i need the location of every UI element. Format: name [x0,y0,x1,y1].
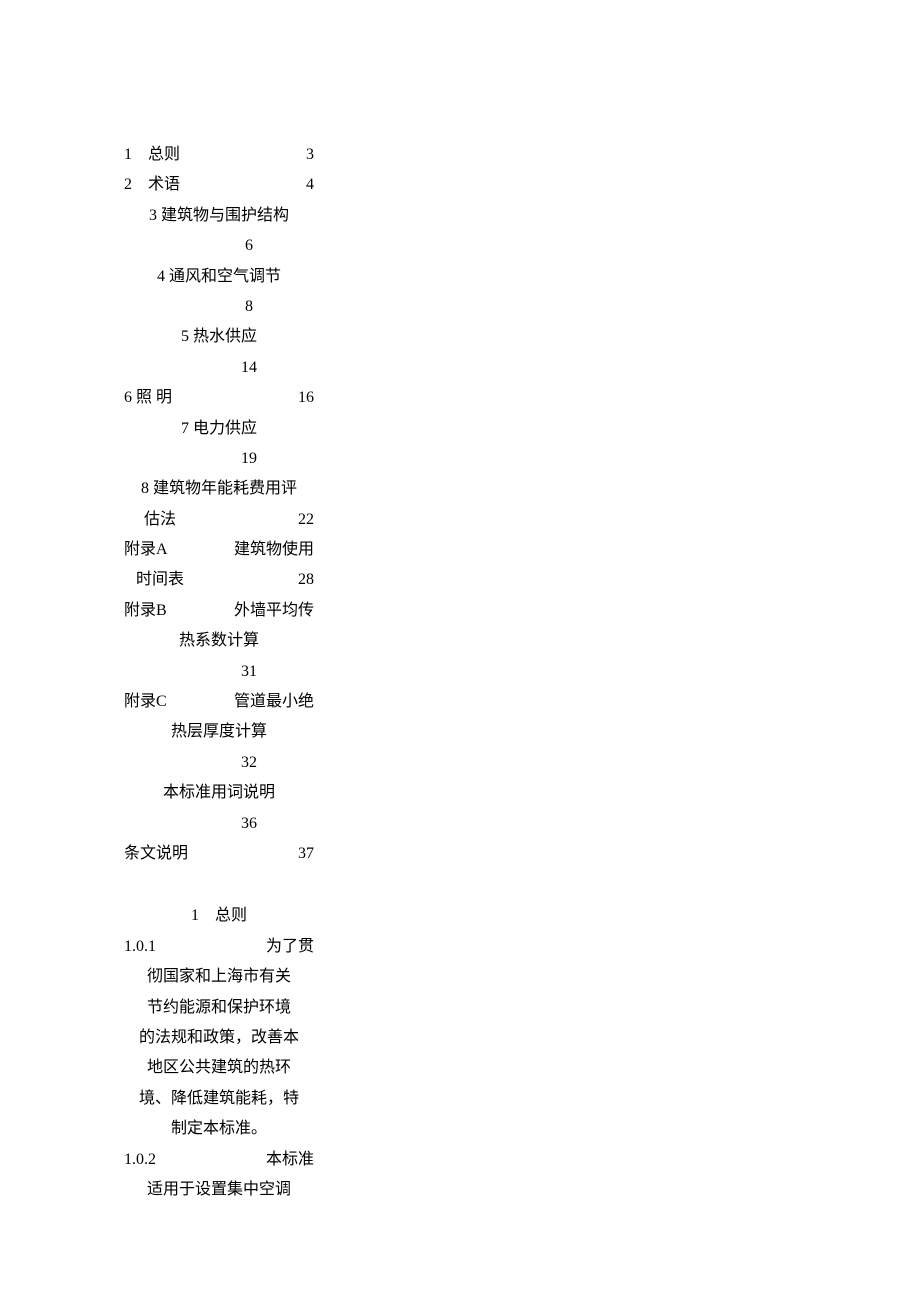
toc-label: 附录C [124,687,167,717]
toc-label: 8 建筑物年能耗费用评 [124,474,314,504]
toc-page: 19 [124,444,314,474]
toc-row: 4 通风和空气调节 8 [124,262,314,323]
toc-page: 37 [298,839,314,869]
clause-line: 节约能源和保护环境 [124,993,314,1023]
toc-page: 32 [124,748,314,778]
toc-page: 31 [124,657,314,687]
toc-page: 6 [124,231,314,261]
clause-line: 地区公共建筑的热环 [124,1053,314,1083]
section-heading: 1 总则 [124,901,314,931]
toc-label: 7 电力供应 [124,414,314,444]
toc-row: 8 建筑物年能耗费用评 估法 22 [124,474,314,535]
clause-tail: 本标准 [266,1145,314,1175]
toc-label: 5 热水供应 [124,322,314,352]
document-page: 1 总则 3 2 术语 4 3 建筑物与围护结构 6 4 通风和空气调节 8 5… [0,0,314,1205]
toc-label: 建筑物使用 [234,535,314,565]
toc-label: 估法 [124,505,176,535]
toc-row: 本标准用词说明 36 [124,778,314,839]
toc-page: 22 [298,505,314,535]
toc-page: 14 [124,353,314,383]
toc-label: 本标准用词说明 [124,778,314,808]
toc-row: 条文说明 37 [124,839,314,869]
toc-row: 附录A 建筑物使用 时间表 28 [124,535,314,596]
toc-row: 6 照 明 16 [124,383,314,413]
toc-row: 附录C 管道最小绝 热层厚度计算 32 [124,687,314,778]
toc-label: 3 建筑物与围护结构 [124,201,314,231]
toc-page: 28 [298,565,314,595]
toc-label: 热层厚度计算 [124,717,314,747]
toc-label: 热系数计算 [124,626,314,656]
clause-header: 1.0.1 为了贯 [124,932,314,962]
clause-line: 制定本标准。 [124,1114,314,1144]
toc-label: 1 总则 [124,140,180,170]
toc-row: 附录B 外墙平均传 热系数计算 31 [124,596,314,687]
toc-page: 16 [298,383,314,413]
toc-page: 8 [124,292,314,322]
clause-line: 境、降低建筑能耗，特 [124,1084,314,1114]
toc-row: 2 术语 4 [124,170,314,200]
clause-line: 的法规和政策，改善本 [124,1023,314,1053]
clause-number: 1.0.2 [124,1145,156,1175]
toc-label: 附录B [124,596,167,626]
clause-tail: 为了贯 [266,932,314,962]
toc-page: 3 [306,140,314,170]
toc-label: 4 通风和空气调节 [124,262,314,292]
toc-label: 时间表 [124,565,184,595]
clause-line: 适用于设置集中空调 [124,1175,314,1205]
toc-page: 36 [124,809,314,839]
toc-label: 附录A [124,535,168,565]
toc-label: 2 术语 [124,170,180,200]
toc-row: 5 热水供应 14 [124,322,314,383]
toc-label: 6 照 明 [124,383,172,413]
clause-line: 彻国家和上海市有关 [124,962,314,992]
toc-row: 1 总则 3 [124,140,314,170]
toc-row: 3 建筑物与围护结构 6 [124,201,314,262]
clause-number: 1.0.1 [124,932,156,962]
toc-row: 7 电力供应 19 [124,414,314,475]
toc-label: 外墙平均传 [234,596,314,626]
clause-header: 1.0.2 本标准 [124,1145,314,1175]
toc-label: 管道最小绝 [234,687,314,717]
toc-label: 条文说明 [124,839,188,869]
toc-page: 4 [306,170,314,200]
